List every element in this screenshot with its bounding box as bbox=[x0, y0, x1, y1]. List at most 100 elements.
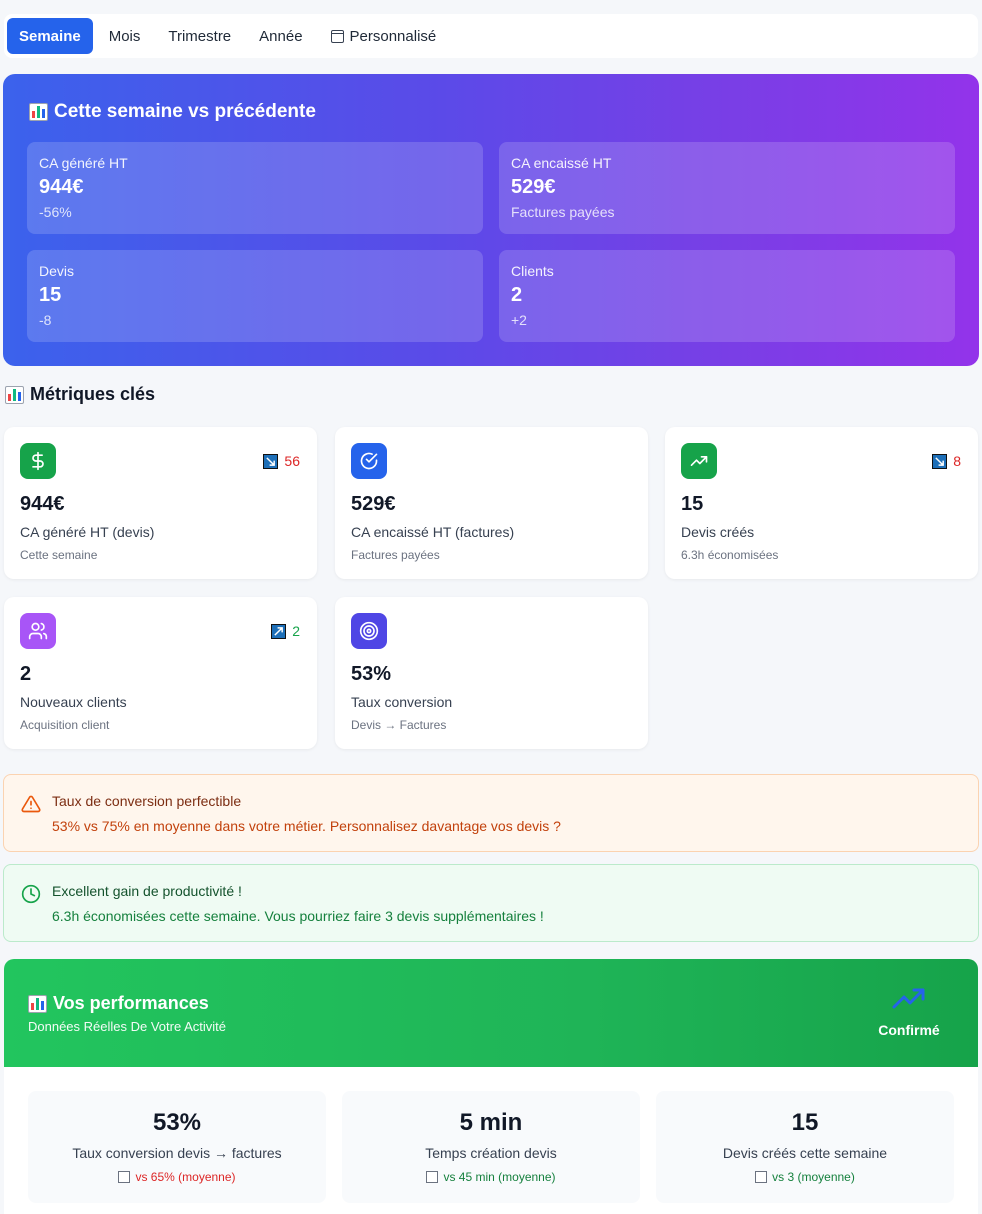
performance-title: Vos performances bbox=[28, 993, 209, 1014]
performance-panel: Vos performances Données Réelles De Votr… bbox=[4, 959, 978, 1214]
trend-down-icon bbox=[263, 453, 279, 469]
perf-stat-conversion: 53% Taux conversion devis → factures vs … bbox=[28, 1091, 326, 1203]
week-card-clients: Clients 2 +2 bbox=[499, 250, 955, 342]
productivity-success-alert: Excellent gain de productivité ! 6.3h éc… bbox=[3, 864, 979, 942]
bar-chart-icon bbox=[28, 994, 47, 1013]
metric-sub: Devis → Factures bbox=[351, 718, 447, 732]
period-tabs: Semaine Mois Trimestre Année Personnalis… bbox=[4, 14, 978, 58]
week-card-label: CA encaissé HT bbox=[511, 155, 612, 171]
perf-stat-value: 53% bbox=[152, 1109, 202, 1136]
tab-label: Personnalisé bbox=[349, 27, 437, 45]
trend-up-icon bbox=[271, 623, 287, 639]
week-card-label: Devis bbox=[39, 263, 75, 279]
weekly-comparison-title: Cette semaine vs précédente bbox=[29, 101, 316, 123]
perf-stat-value: 5 min bbox=[459, 1109, 523, 1136]
metric-label: Nouveaux clients bbox=[20, 694, 127, 710]
calendar-icon bbox=[330, 29, 344, 43]
title-text: Cette semaine vs précédente bbox=[54, 101, 316, 122]
metric-card-conversion[interactable]: 53% Taux conversion Devis → Factures bbox=[335, 597, 648, 749]
perf-stat-devis: 15 Devis créés cette semaine vs 3 (moyen… bbox=[656, 1091, 954, 1203]
metric-value: 944€ bbox=[20, 493, 65, 515]
week-card-value: 2 bbox=[511, 284, 523, 306]
tab-annee[interactable]: Année bbox=[247, 18, 314, 54]
metric-value: 529€ bbox=[351, 493, 396, 515]
trend-value: 2 bbox=[292, 623, 300, 639]
week-card-value: 15 bbox=[39, 284, 62, 306]
metric-value: 2 bbox=[20, 663, 32, 685]
trending-up-icon bbox=[892, 988, 926, 1015]
tab-personnalise[interactable]: Personnalisé bbox=[319, 18, 449, 54]
metric-card-ca-encaisse[interactable]: 529€ CA encaissé HT (factures) Factures … bbox=[335, 427, 648, 579]
trend-value: 56 bbox=[284, 453, 300, 469]
metrics-section-title: Métriques clés bbox=[5, 384, 155, 405]
users-icon bbox=[20, 613, 56, 649]
level-badge: Confirmé bbox=[864, 987, 954, 1038]
clock-icon bbox=[21, 884, 41, 909]
compare-text: vs 65% (moyenne) bbox=[135, 1170, 236, 1184]
metric-value: 53% bbox=[351, 663, 392, 685]
tab-label: Trimestre bbox=[168, 27, 232, 45]
perf-stat-label: Taux conversion devis → factures bbox=[72, 1145, 282, 1161]
metric-sub: Cette semaine bbox=[20, 548, 98, 562]
perf-stat-label: Temps création devis bbox=[425, 1145, 557, 1161]
metric-card-clients[interactable]: 2 2 Nouveaux clients Acquisition client bbox=[4, 597, 317, 749]
title-text: Métriques clés bbox=[30, 384, 156, 404]
target-icon bbox=[351, 613, 387, 649]
alert-title: Excellent gain de productivité ! bbox=[52, 883, 242, 899]
trending-up-icon bbox=[681, 443, 717, 479]
perf-stat-value: 15 bbox=[791, 1109, 819, 1136]
metric-label: Taux conversion bbox=[351, 694, 453, 710]
alert-body: 53% vs 75% en moyenne dans votre métier.… bbox=[52, 818, 561, 834]
metric-sub: 6.3h économisées bbox=[681, 548, 779, 562]
week-card-ca-encaisse: CA encaissé HT 529€ Factures payées bbox=[499, 142, 955, 234]
alert-title: Taux de conversion perfectible bbox=[52, 793, 242, 809]
tab-label: Année bbox=[259, 27, 303, 45]
warning-triangle-icon bbox=[21, 794, 41, 819]
trend-indicator: 8 bbox=[932, 453, 961, 469]
metric-sub: Acquisition client bbox=[20, 718, 110, 732]
metric-card-devis[interactable]: 8 15 Devis créés 6.3h économisées bbox=[665, 427, 978, 579]
performance-subtitle: Données Réelles De Votre Activité bbox=[28, 1019, 226, 1034]
performance-header: Vos performances Données Réelles De Votr… bbox=[4, 959, 978, 1067]
week-card-value: 529€ bbox=[511, 176, 556, 198]
trend-value: 8 bbox=[953, 453, 961, 469]
trend-down-icon bbox=[932, 453, 948, 469]
week-card-sub: Factures payées bbox=[511, 204, 615, 220]
alert-body: 6.3h économisées cette semaine. Vous pou… bbox=[52, 908, 544, 924]
perf-stat-compare: vs 65% (moyenne) bbox=[28, 1170, 326, 1184]
trend-indicator: 56 bbox=[263, 453, 300, 469]
conversion-warning-alert: Taux de conversion perfectible 53% vs 75… bbox=[3, 774, 979, 852]
metric-label: CA encaissé HT (factures) bbox=[351, 524, 515, 540]
title-text: Vos performances bbox=[53, 993, 209, 1013]
week-card-ca-genere: CA généré HT 944€ -56% bbox=[27, 142, 483, 234]
tab-semaine[interactable]: Semaine bbox=[7, 18, 93, 54]
check-circle-icon bbox=[351, 443, 387, 479]
metric-label: Devis créés bbox=[681, 524, 755, 540]
trend-down-icon bbox=[118, 1171, 131, 1183]
week-card-value: 944€ bbox=[39, 176, 84, 198]
weekly-comparison-panel: Cette semaine vs précédente CA généré HT… bbox=[3, 74, 979, 366]
week-card-sub: -56% bbox=[39, 204, 72, 220]
week-card-label: Clients bbox=[511, 263, 554, 279]
week-card-sub: -8 bbox=[39, 312, 52, 328]
metric-label: CA généré HT (devis) bbox=[20, 524, 155, 540]
bar-chart-icon bbox=[5, 385, 24, 404]
metric-value: 15 bbox=[681, 493, 704, 515]
tab-mois[interactable]: Mois bbox=[97, 18, 153, 54]
trend-up-icon bbox=[426, 1171, 439, 1183]
metric-sub: Factures payées bbox=[351, 548, 440, 562]
week-card-label: CA généré HT bbox=[39, 155, 128, 171]
tab-label: Semaine bbox=[19, 27, 81, 45]
perf-stat-compare: vs 45 min (moyenne) bbox=[342, 1170, 640, 1184]
tab-label: Mois bbox=[108, 27, 141, 45]
perf-stat-compare: vs 3 (moyenne) bbox=[656, 1170, 954, 1184]
metric-card-ca-genere[interactable]: 56 944€ CA généré HT (devis) Cette semai… bbox=[4, 427, 317, 579]
tab-trimestre[interactable]: Trimestre bbox=[156, 18, 243, 54]
compare-text: vs 3 (moyenne) bbox=[772, 1170, 855, 1184]
compare-text: vs 45 min (moyenne) bbox=[443, 1170, 556, 1184]
bar-chart-icon bbox=[29, 103, 48, 121]
week-card-sub: +2 bbox=[511, 312, 527, 328]
dollar-icon bbox=[20, 443, 56, 479]
trend-up-icon bbox=[755, 1171, 768, 1183]
level-badge-label: Confirmé bbox=[878, 1022, 940, 1038]
